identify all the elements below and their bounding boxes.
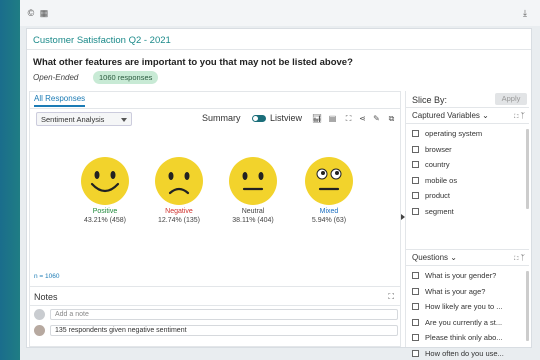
filter-icon[interactable]: ᛉ (521, 253, 526, 262)
captured-variable-item[interactable]: browser (412, 145, 522, 155)
checkbox[interactable] (412, 207, 419, 215)
page-title: Customer Satisfaction Q2 - 2021 (33, 35, 171, 46)
question-text: What other features are important to you… (33, 57, 353, 68)
sentiment-stats: 38.11% (404) (232, 217, 274, 224)
negative-face-icon (155, 157, 203, 205)
question-item[interactable]: Please think only abo... (412, 333, 522, 343)
analysis-select-value: Sentiment Analysis (41, 115, 105, 124)
copy-icon[interactable]: ⧉ (387, 114, 396, 123)
expand-icon[interactable]: ⛶ (514, 111, 519, 120)
analysis-select[interactable]: Sentiment Analysis (36, 112, 132, 126)
captured-variable-item[interactable]: segment (412, 207, 522, 217)
sentiment-stats: 5.94% (63) (311, 217, 347, 224)
sentiment-stats: 43.21% (458) (83, 217, 127, 224)
filter-icon[interactable]: ᛉ (521, 111, 526, 120)
top-toolbar: © ▦ ⤓ (20, 0, 540, 26)
expand-icon[interactable]: ⛶ (344, 114, 353, 123)
checkbox[interactable] (412, 161, 419, 168)
question-card: Customer Satisfaction Q2 - 2021 What oth… (26, 28, 532, 358)
checkbox[interactable] (412, 176, 419, 184)
add-note-row: Add a note (34, 309, 398, 321)
neutral-face-icon (229, 157, 277, 205)
sentiment-positive[interactable]: Positive 43.21% (458) (70, 156, 140, 224)
checkbox[interactable] (412, 303, 419, 310)
expand-icon[interactable]: ⛶ (388, 292, 394, 302)
grid-icon[interactable]: ▦ (39, 8, 49, 18)
checkbox[interactable] (412, 334, 419, 341)
questions-tools: ⛶ ᛉ (514, 253, 525, 262)
note-text[interactable]: 135 respondents given negative sentiment (50, 325, 398, 336)
title-divider (27, 49, 531, 50)
sentiment-label: Positive (92, 208, 118, 215)
summary-label: Summary (202, 113, 241, 123)
checkbox[interactable] (412, 130, 419, 137)
responses-badge: 1060 responses (93, 71, 159, 84)
checkbox[interactable] (412, 192, 419, 199)
sentiment-stats: 12.74% (135) (157, 217, 201, 224)
captured-variable-item[interactable]: mobile os (412, 176, 522, 186)
slice-title: Slice By: (412, 95, 448, 105)
listview-label: Listview (270, 113, 303, 123)
captured-variables-header[interactable]: Captured Variables ⌄ (412, 111, 489, 120)
question-item[interactable]: How often do you use... (412, 349, 522, 359)
user-icon (34, 309, 45, 320)
pin-icon[interactable]: ✎ (372, 114, 381, 123)
bar-chart-icon[interactable]: 📊︎ (312, 114, 322, 123)
captured-variable-item[interactable]: operating system (412, 129, 522, 139)
captured-variable-item[interactable]: product (412, 191, 522, 201)
sentiment-neutral[interactable]: Neutral 38.11% (404) (218, 156, 288, 224)
sentiment-label: Neutral (241, 208, 265, 215)
mixed-face-icon (305, 157, 353, 205)
question-item[interactable]: What is your gender? (412, 271, 522, 281)
slice-by-panel: Slice By: Apply Captured Variables ⌄ ⛶ ᛉ… (405, 91, 529, 358)
sample-size: n = 1060 (34, 273, 60, 280)
checkbox[interactable] (412, 272, 419, 279)
question-item[interactable]: Are you currently a st... (412, 318, 522, 328)
tab-all-responses[interactable]: All Responses (34, 94, 86, 107)
note-item: 135 respondents given negative sentiment (34, 325, 398, 337)
checkbox[interactable] (412, 287, 419, 295)
checkbox[interactable] (412, 349, 419, 357)
positive-face-icon (81, 157, 129, 205)
captured-tools: ⛶ ᛉ (514, 111, 525, 120)
captured-variable-item[interactable]: country (412, 160, 522, 170)
expand-icon[interactable]: ⛶ (514, 253, 519, 262)
sentiment-label: Mixed (319, 208, 339, 215)
scrollbar[interactable] (526, 271, 529, 341)
question-type: Open-Ended (33, 73, 79, 82)
copyright-icon[interactable]: © (26, 8, 36, 18)
responses-panel: All Responses Sentiment Analysis Summary… (29, 91, 401, 287)
add-note-input[interactable]: Add a note (50, 309, 398, 320)
notes-title: Notes (34, 292, 58, 302)
sentiment-mixed[interactable]: Mixed 5.94% (63) (294, 156, 364, 224)
table-icon[interactable]: ▤ (328, 114, 337, 123)
checkbox[interactable] (412, 145, 419, 153)
sentiment-label: Negative (165, 208, 193, 215)
share-icon[interactable]: ⋖ (358, 114, 367, 123)
apply-button[interactable]: Apply (495, 93, 527, 105)
questions-header[interactable]: Questions ⌄ (412, 253, 457, 262)
question-item[interactable]: How likely are you to ... (412, 302, 522, 312)
checkbox[interactable] (412, 318, 419, 326)
download-icon[interactable]: ⤓ (520, 8, 530, 18)
question-item[interactable]: What is your age? (412, 287, 522, 297)
chevron-down-icon (121, 118, 127, 122)
sentiment-negative[interactable]: Negative 12.74% (135) (144, 156, 214, 224)
view-toggle[interactable] (252, 115, 266, 122)
avatar (34, 325, 45, 336)
scrollbar[interactable] (526, 129, 529, 209)
collapse-arrow-icon[interactable] (401, 214, 405, 220)
notes-panel: Notes ⛶ Add a note 135 respondents given… (29, 287, 401, 347)
